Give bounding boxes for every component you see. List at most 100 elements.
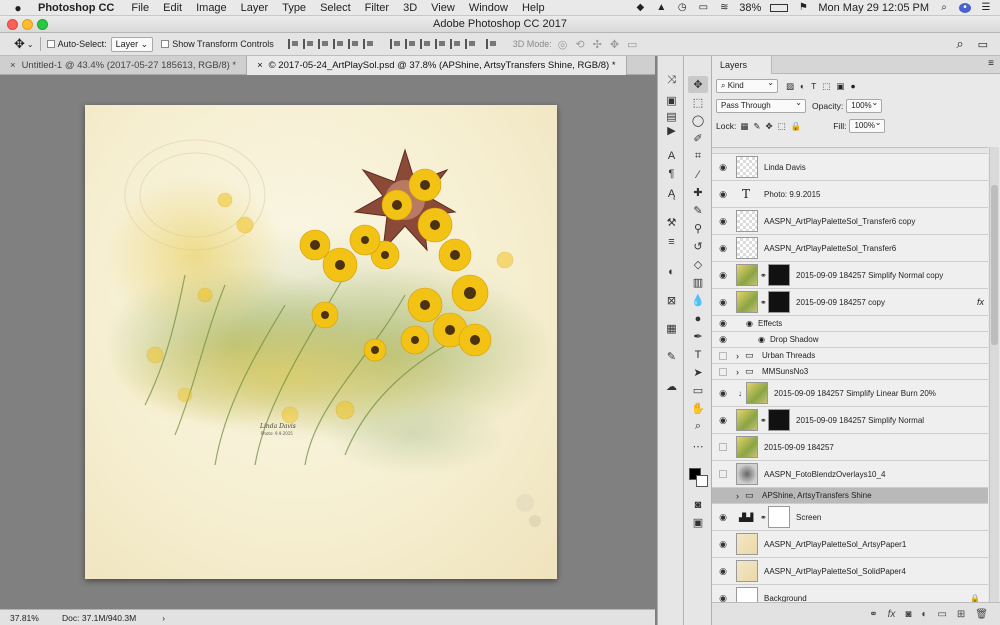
new-adjustment-icon[interactable]: ◐ (921, 609, 927, 620)
menu-file[interactable]: File (131, 2, 149, 14)
history-brush-tool-icon[interactable]: ↺ (688, 238, 708, 255)
marquee-tool-icon[interactable]: ⬚ (688, 94, 708, 111)
tab-artplaysol[interactable]: × © 2017-05-24_ArtPlaySol.psd @ 37.8% (AP… (247, 56, 627, 75)
visibility-eye-icon[interactable]: ◉ (717, 318, 729, 329)
layer-row[interactable]: ◉ Linda Davis (712, 154, 988, 181)
layer-name[interactable]: 2015-09-09 184257 (764, 443, 834, 452)
lock-position-icon[interactable]: ✥ (765, 121, 772, 132)
menu-image[interactable]: Image (196, 2, 227, 14)
visibility-eye-icon[interactable]: ◉ (717, 189, 729, 200)
paragraph-icon[interactable]: ¶ (663, 166, 680, 182)
show-transform-checkbox[interactable] (161, 40, 170, 48)
layer-name[interactable]: Screen (796, 513, 821, 522)
visibility-off-box[interactable] (719, 491, 727, 500)
layer-row[interactable]: ◉ AASPN_ArtPlayPaletteSol_Transfer6 (712, 235, 988, 262)
layer-row[interactable]: 2015-09-09 184257 (712, 434, 988, 461)
layers-tab[interactable]: Layers (712, 56, 772, 74)
auto-select-dropdown[interactable]: Layer ⌄ (110, 36, 154, 52)
align-bottom-edges-icon[interactable] (317, 39, 329, 49)
lasso-tool-icon[interactable]: ◯ (688, 112, 708, 129)
visibility-eye-icon[interactable]: ◉ (717, 162, 729, 173)
link-layers-icon[interactable]: ⚭ (869, 609, 877, 620)
visibility-eye-icon[interactable]: ◉ (717, 270, 729, 281)
libraries-icon[interactable]: ☁ (663, 378, 680, 394)
auto-select-checkbox[interactable] (46, 40, 55, 48)
brush-tool-icon[interactable]: ✎ (688, 202, 708, 219)
layer-row[interactable]: ◉ AASPN_ArtPlayPaletteSol_SolidPaper4 (712, 558, 988, 585)
app-menu[interactable]: Photoshop CC (38, 2, 114, 14)
align-vertical-centers-icon[interactable] (302, 39, 314, 49)
layer-name[interactable]: Effects (758, 319, 782, 328)
color-icon[interactable]: ◐ (663, 264, 680, 280)
layer-row[interactable]: › ▭ Urban Threads (712, 348, 988, 364)
layer-row[interactable]: ◉ ⚭ 2015-09-09 184257 copy fx (712, 289, 988, 316)
new-layer-icon[interactable]: ⊞ (957, 609, 965, 620)
dropbox-icon[interactable]: ◆ (634, 2, 646, 13)
wifi-icon[interactable]: ≋ (718, 2, 730, 13)
visibility-off-box[interactable] (719, 351, 727, 360)
filter-toggle-icon[interactable]: ● (850, 81, 855, 91)
minimize-window-button[interactable] (22, 19, 33, 30)
group-expand-icon[interactable]: › (736, 491, 739, 501)
search-icon[interactable]: ⌕ (956, 36, 963, 52)
notification-center-icon[interactable]: ☰ (980, 2, 992, 13)
spotlight-icon[interactable]: ⌕ (938, 2, 950, 13)
hand-tool-icon[interactable]: ✋ (688, 400, 708, 417)
filter-type-icon[interactable]: T (811, 81, 816, 91)
effect-eye-icon[interactable]: ◉ (758, 335, 765, 344)
lock-transparency-icon[interactable]: ▦ (740, 121, 748, 132)
actions-icon[interactable]: ▶ (663, 122, 680, 138)
gradient-tool-icon[interactable]: ▥ (688, 274, 708, 291)
visibility-eye-icon[interactable]: ◉ (717, 512, 729, 523)
workspace-icon[interactable]: ▭ (978, 38, 988, 51)
align-left-edges-icon[interactable] (332, 39, 344, 49)
menu-window[interactable]: Window (469, 2, 508, 14)
menu-edit[interactable]: Edit (163, 2, 182, 14)
layer-row[interactable]: › ▭ MMSunsNo3 (712, 364, 988, 380)
fill-field[interactable]: 100% (849, 117, 886, 133)
layer-style-icon[interactable]: fx (888, 609, 896, 620)
path-select-tool-icon[interactable]: ➤ (688, 364, 708, 381)
character-icon[interactable]: A (663, 148, 680, 164)
layer-row[interactable]: ◉ ⚭ 2015-09-09 184257 Simplify Normal (712, 407, 988, 434)
timemachine-icon[interactable]: ◷ (676, 2, 688, 13)
filter-pixel-icon[interactable]: ▨ (786, 81, 794, 92)
paths-icon[interactable]: ✎ (663, 348, 680, 364)
properties-icon[interactable]: ▣ (663, 92, 680, 108)
close-window-button[interactable] (7, 19, 18, 30)
layer-row[interactable]: ◉ Background 🔒 (712, 585, 988, 602)
zoom-level[interactable]: 37.81% (10, 613, 54, 623)
menu-select[interactable]: Select (320, 2, 351, 14)
opacity-field[interactable]: 100% (846, 97, 883, 113)
layer-name[interactable]: AASPN_ArtPlayPaletteSol_Transfer6 copy (764, 217, 915, 226)
move-tool-icon[interactable]: ✥ (688, 76, 708, 93)
layer-row[interactable]: ◉ ◉ Effects (712, 316, 988, 332)
layer-row[interactable]: ◉ ▟▙▟ ⚭ Screen (712, 504, 988, 531)
scrollbar-thumb[interactable] (991, 185, 998, 345)
layer-name[interactable]: AASPN_ArtPlayPaletteSol_Transfer6 (764, 244, 896, 253)
filter-smartobject-icon[interactable]: ▣ (836, 81, 844, 92)
new-group-icon[interactable]: ▭ (937, 609, 946, 620)
mask-link-icon[interactable]: ⚭ (760, 298, 767, 307)
tab-untitled-1[interactable]: × Untitled-1 @ 43.4% (2017-05-27 185613, … (0, 56, 248, 75)
layer-row[interactable]: ◉ AASPN_ArtPlayPaletteSol_Transfer6 copy (712, 208, 988, 235)
distribute-top-icon[interactable] (389, 39, 401, 49)
mask-link-icon[interactable]: ⚭ (760, 416, 767, 425)
screen-mode-icon[interactable]: ▣ (688, 514, 708, 531)
airplay-icon[interactable]: ▭ (697, 2, 709, 13)
add-mask-icon[interactable]: ◙ (905, 609, 911, 620)
layer-name[interactable]: AASPN_FotoBlendzOverlays10_4 (764, 470, 885, 479)
menubar-clock[interactable]: Mon May 29 12:05 PM (818, 2, 929, 14)
visibility-eye-icon[interactable]: ◉ (717, 297, 729, 308)
layer-name[interactable]: APShine, ArtsyTransfers Shine (762, 491, 872, 500)
blend-mode-dropdown[interactable]: Pass Through (716, 97, 806, 113)
apple-icon[interactable]: ● (10, 1, 26, 15)
tool-presets-icon[interactable]: ⚒ (663, 214, 680, 230)
pen-tool-icon[interactable]: ✒ (688, 328, 708, 345)
layer-row[interactable]: ◉ ⚭ 2015-09-09 184257 Simplify Normal copy (712, 262, 988, 289)
layer-name[interactable]: AASPN_ArtPlayPaletteSol_ArtsyPaper1 (764, 540, 906, 549)
crop-tool-icon[interactable]: ⌗ (688, 148, 708, 165)
effects-eye-icon[interactable]: ◉ (746, 319, 753, 328)
distribute-hcenter-icon[interactable] (449, 39, 461, 49)
layer-fx-badge[interactable]: fx (977, 297, 984, 307)
